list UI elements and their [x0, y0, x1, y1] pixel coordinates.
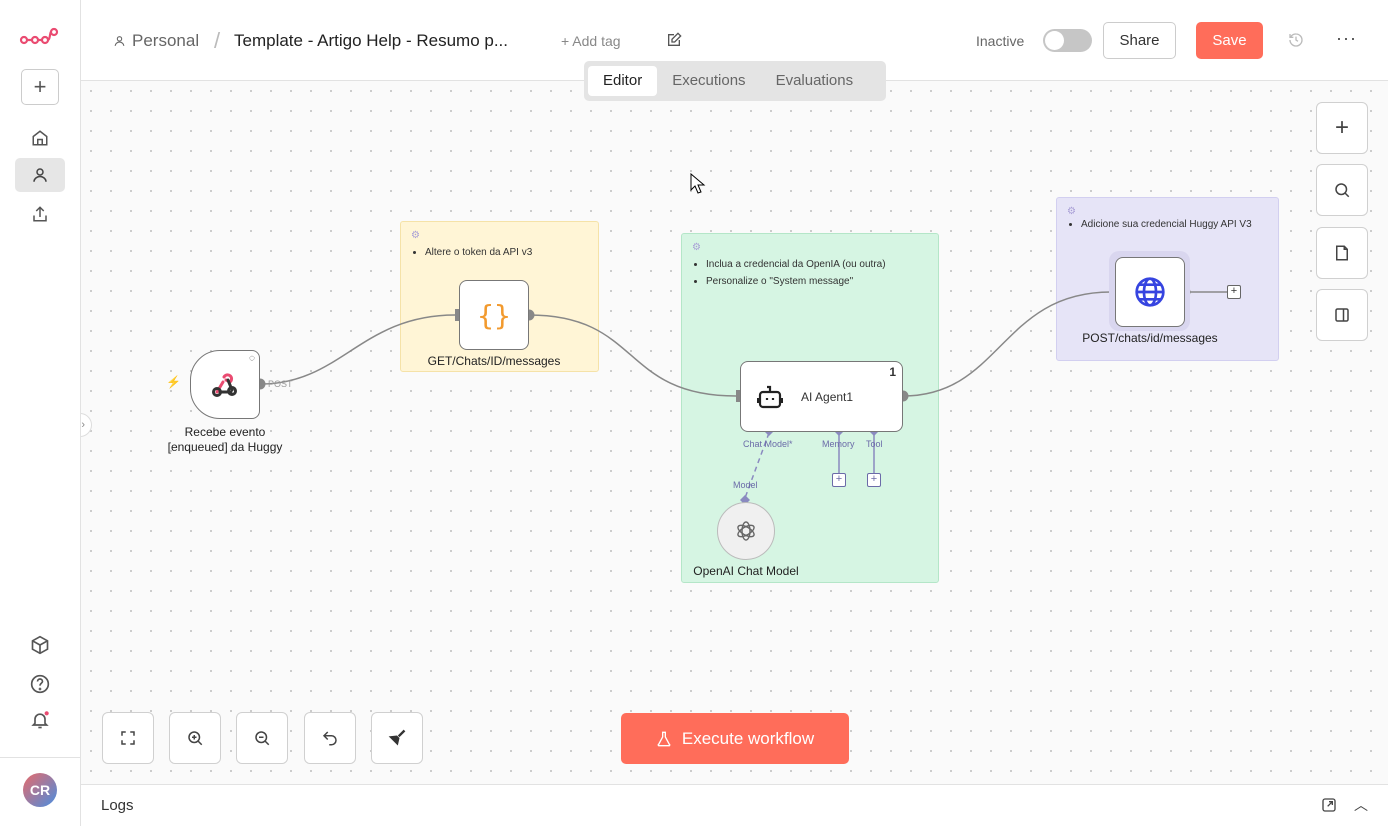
view-tabs: Editor Executions Evaluations [584, 61, 886, 101]
pop-out-icon[interactable] [1321, 797, 1337, 818]
input-label: Tool [866, 439, 883, 449]
more-options-icon[interactable]: ··· [1336, 28, 1357, 49]
breadcrumb-separator: / [214, 28, 221, 53]
sticky-note-icon[interactable] [1316, 227, 1368, 279]
breadcrumb-project[interactable]: Personal [113, 31, 199, 51]
trigger-bolt-icon: ⚡ [166, 375, 181, 389]
add-tool-button[interactable]: + [867, 473, 881, 487]
output-label: Model [733, 480, 758, 490]
node-code[interactable]: {} [459, 280, 529, 350]
save-button[interactable]: Save [1196, 22, 1263, 59]
edit-description-icon[interactable] [666, 32, 682, 53]
add-memory-button[interactable]: + [832, 473, 846, 487]
tidy-up-broom-icon[interactable] [371, 712, 423, 764]
logs-label: Logs [101, 797, 134, 814]
search-icon[interactable] [1316, 164, 1368, 216]
workflow-canvas[interactable]: ⚙ Altere o token da API v3 ⚙ Inclua a cr… [81, 81, 1388, 784]
code-braces-icon: {} [477, 298, 511, 332]
connection [260, 314, 456, 385]
node-label: POST/chats/id/messages [1082, 331, 1218, 345]
execute-workflow-label: Execute workflow [681, 728, 815, 748]
robot-icon [757, 385, 783, 408]
workflow-title[interactable]: Template - Artigo Help - Resumo p... [234, 31, 508, 51]
user-icon [114, 36, 125, 46]
run-count-badge: 1 [889, 365, 896, 379]
node-label: OpenAI Chat Model [693, 564, 799, 578]
divider [0, 757, 80, 758]
home-icon[interactable] [15, 122, 65, 154]
flask-icon [657, 731, 671, 746]
node-label: AI Agent1 [801, 389, 854, 404]
add-node-button[interactable]: + [1227, 285, 1241, 299]
bell-icon[interactable] [15, 705, 65, 735]
trigger-indicator-icon: ◌ [249, 353, 255, 364]
execute-workflow-button[interactable]: Execute workflow [621, 713, 849, 764]
node-label: GET/Chats/ID/messages [427, 354, 561, 368]
templates-icon[interactable] [15, 630, 65, 660]
input-label: Memory [822, 439, 855, 449]
undo-icon[interactable] [304, 712, 356, 764]
node-label: Recebe evento [enqueued] da Huggy [167, 425, 283, 454]
globe-icon [1135, 277, 1165, 307]
logs-panel[interactable]: Logs ︿ [81, 784, 1388, 826]
zoom-in-icon[interactable] [169, 712, 221, 764]
node-webhook[interactable]: ◌ [190, 350, 260, 419]
node-http-request[interactable] [1115, 257, 1185, 327]
node-ai-agent[interactable]: AI Agent1 1 [740, 361, 903, 432]
openai-icon [737, 521, 755, 541]
n8n-logo[interactable] [18, 24, 60, 50]
chevron-up-icon[interactable]: ︿ [1354, 795, 1368, 815]
add-tag-button[interactable]: + Add tag [561, 33, 621, 49]
fit-view-icon[interactable] [102, 712, 154, 764]
zoom-out-icon[interactable] [236, 712, 288, 764]
mouse-cursor-icon [690, 173, 706, 194]
tab-evaluations[interactable]: Evaluations [761, 66, 869, 96]
user-icon[interactable] [15, 158, 65, 192]
webhook-icon [212, 372, 237, 397]
sidebar: + CR [0, 0, 81, 826]
active-toggle[interactable] [1043, 29, 1092, 52]
avatar[interactable]: CR [23, 773, 57, 807]
active-status-label: Inactive [976, 33, 1025, 49]
add-node-panel-button[interactable]: + [1316, 102, 1368, 154]
create-button[interactable]: + [21, 69, 59, 105]
share-button[interactable]: Share [1103, 22, 1176, 59]
panel-toggle-icon[interactable] [1316, 289, 1368, 341]
tab-editor[interactable]: Editor [588, 66, 658, 96]
project-name: Personal [132, 31, 200, 50]
share-icon[interactable] [15, 198, 65, 230]
output-label: POST [268, 379, 293, 389]
node-openai-chat-model[interactable] [717, 502, 775, 560]
help-icon[interactable] [15, 669, 65, 699]
history-icon[interactable] [1288, 32, 1304, 53]
tab-executions[interactable]: Executions [657, 66, 760, 96]
input-label: Chat Model* [743, 439, 793, 449]
